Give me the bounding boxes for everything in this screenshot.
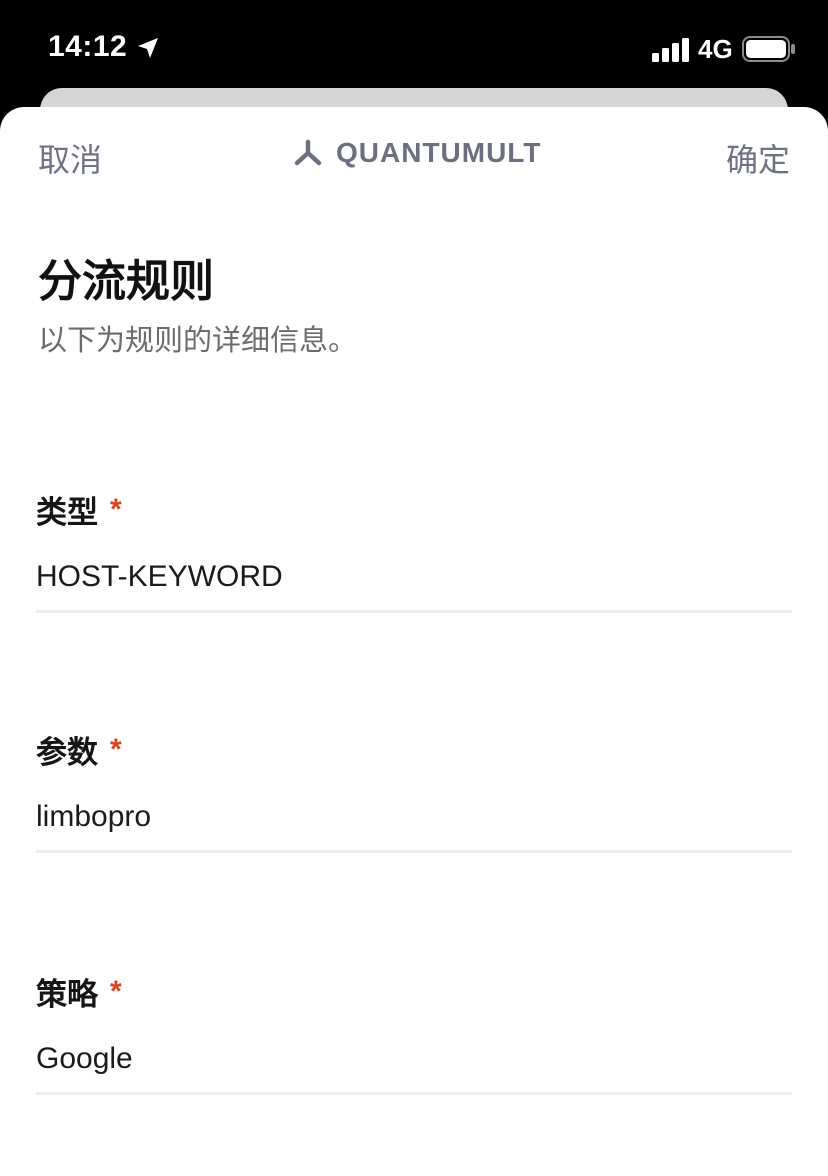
parameter-field-label: 参数 * — [36, 727, 792, 772]
cellular-signal-icon — [652, 38, 689, 62]
confirm-button[interactable]: 确定 — [726, 135, 790, 181]
page-subtitle: 以下为规则的详细信息。 — [38, 325, 358, 357]
required-indicator: * — [110, 492, 122, 526]
status-time: 14:12 — [48, 30, 128, 63]
quantumult-logo-icon — [294, 139, 322, 166]
battery-icon — [742, 36, 795, 62]
type-label-text: 类型 — [36, 495, 98, 530]
policy-label-text: 策略 — [36, 977, 98, 1012]
parameter-input[interactable] — [36, 800, 792, 853]
policy-input[interactable] — [36, 1042, 792, 1095]
location-arrow-icon — [138, 38, 158, 58]
rule-editor-sheet: 取消 QUANTUMULT 确定 分流规则 以下为规则的详细信息。 类型 * H… — [0, 107, 828, 1176]
policy-field-label: 策略 * — [36, 969, 792, 1014]
parameter-field: 参数 * — [36, 727, 792, 853]
type-field: 类型 * — [36, 487, 792, 613]
required-indicator: * — [110, 732, 122, 766]
network-type-label: 4G — [698, 34, 733, 64]
cancel-button[interactable]: 取消 — [38, 135, 102, 181]
brand-header: QUANTUMULT — [292, 137, 541, 169]
type-field-label: 类型 * — [36, 487, 792, 532]
app-screen: 14:12 4G 取消 QUANTUMULT 确定 分流规则 以下为规则的详细信… — [0, 0, 828, 1176]
status-bar: 14:12 4G — [0, 0, 828, 100]
policy-field: 策略 * — [36, 969, 792, 1095]
required-indicator: * — [110, 974, 122, 1008]
brand-name: QUANTUMULT — [336, 137, 542, 168]
parameter-label-text: 参数 — [36, 735, 98, 770]
type-input[interactable] — [36, 560, 792, 613]
page-title: 分流规则 — [38, 257, 214, 306]
